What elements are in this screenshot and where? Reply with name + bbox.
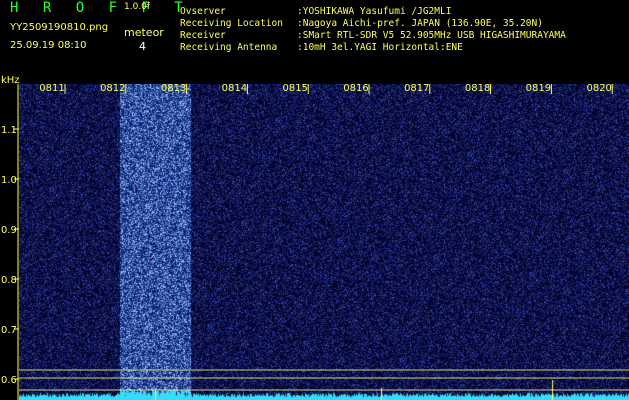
x-tick-label: 0817 <box>404 83 429 94</box>
x-tick-label: 0811 <box>39 83 64 94</box>
info-value: :10mH 3el.YAGI Horizontal:ENE <box>297 42 463 53</box>
version-label: 1.0.0f <box>124 2 151 12</box>
y-tick-label: 0.6 <box>1 375 17 386</box>
y-tick-label: 1.0 <box>1 175 17 186</box>
info-label: Ovserver <box>180 6 226 17</box>
x-tick-label: 0812 <box>100 83 125 94</box>
info-label: Receiver <box>180 30 226 41</box>
info-value: :SMart RTL-SDR V5 52.905MHz USB HIGASHIM… <box>297 30 566 41</box>
mode-count: 4 <box>139 40 146 53</box>
x-tick-label: 0814 <box>222 83 247 94</box>
spectrogram-axes: kHz 1.11.00.90.80.70.6 0811 0812 0813 0814 0… <box>1 75 629 400</box>
info-label: Receiving Location <box>180 18 283 29</box>
y-tick-label: 0.8 <box>1 275 17 286</box>
info-value: :YOSHIKAWA Yasufumi /JG2MLI <box>297 6 452 17</box>
x-ticks: 0811 0812 0813 0814 0815 0816 0817 0818 0819 0820 <box>39 83 613 94</box>
info-label: Receiving Antenna <box>180 42 278 53</box>
level-lines <box>19 369 629 391</box>
datetime-label: 25.09.19 08:10 <box>10 40 87 51</box>
y-tick-label: 1.1 <box>1 125 17 136</box>
y-tick-label: 0.9 <box>1 225 17 236</box>
y-ticks: 1.1 1.0 0.9 0.8 0.7 0.6 <box>1 125 19 386</box>
x-tick-label: 0816 <box>343 83 368 94</box>
y-axis-label: kHz <box>1 75 20 86</box>
y-tick-label: 0.7 <box>1 325 17 336</box>
app-title: H R O F F T <box>10 0 191 16</box>
x-tick-label: 0813 <box>161 83 186 94</box>
x-tick-label: 0819 <box>526 83 551 94</box>
mode-label: meteor <box>124 26 164 39</box>
x-tick-label: 0818 <box>465 83 490 94</box>
x-tick-label: 0820 <box>586 83 611 94</box>
spectrogram-plot: kHz 1.1 1.0 0.9 0.8 0.7 0.6 0811 0812 0813 0814 0… <box>0 58 629 400</box>
info-value: :Nagoya Aichi-pref. JAPAN (136.90E, 35.2… <box>297 18 543 29</box>
x-tick-label: 0815 <box>282 83 307 94</box>
filename-label: YY2509190810.png <box>10 22 109 33</box>
